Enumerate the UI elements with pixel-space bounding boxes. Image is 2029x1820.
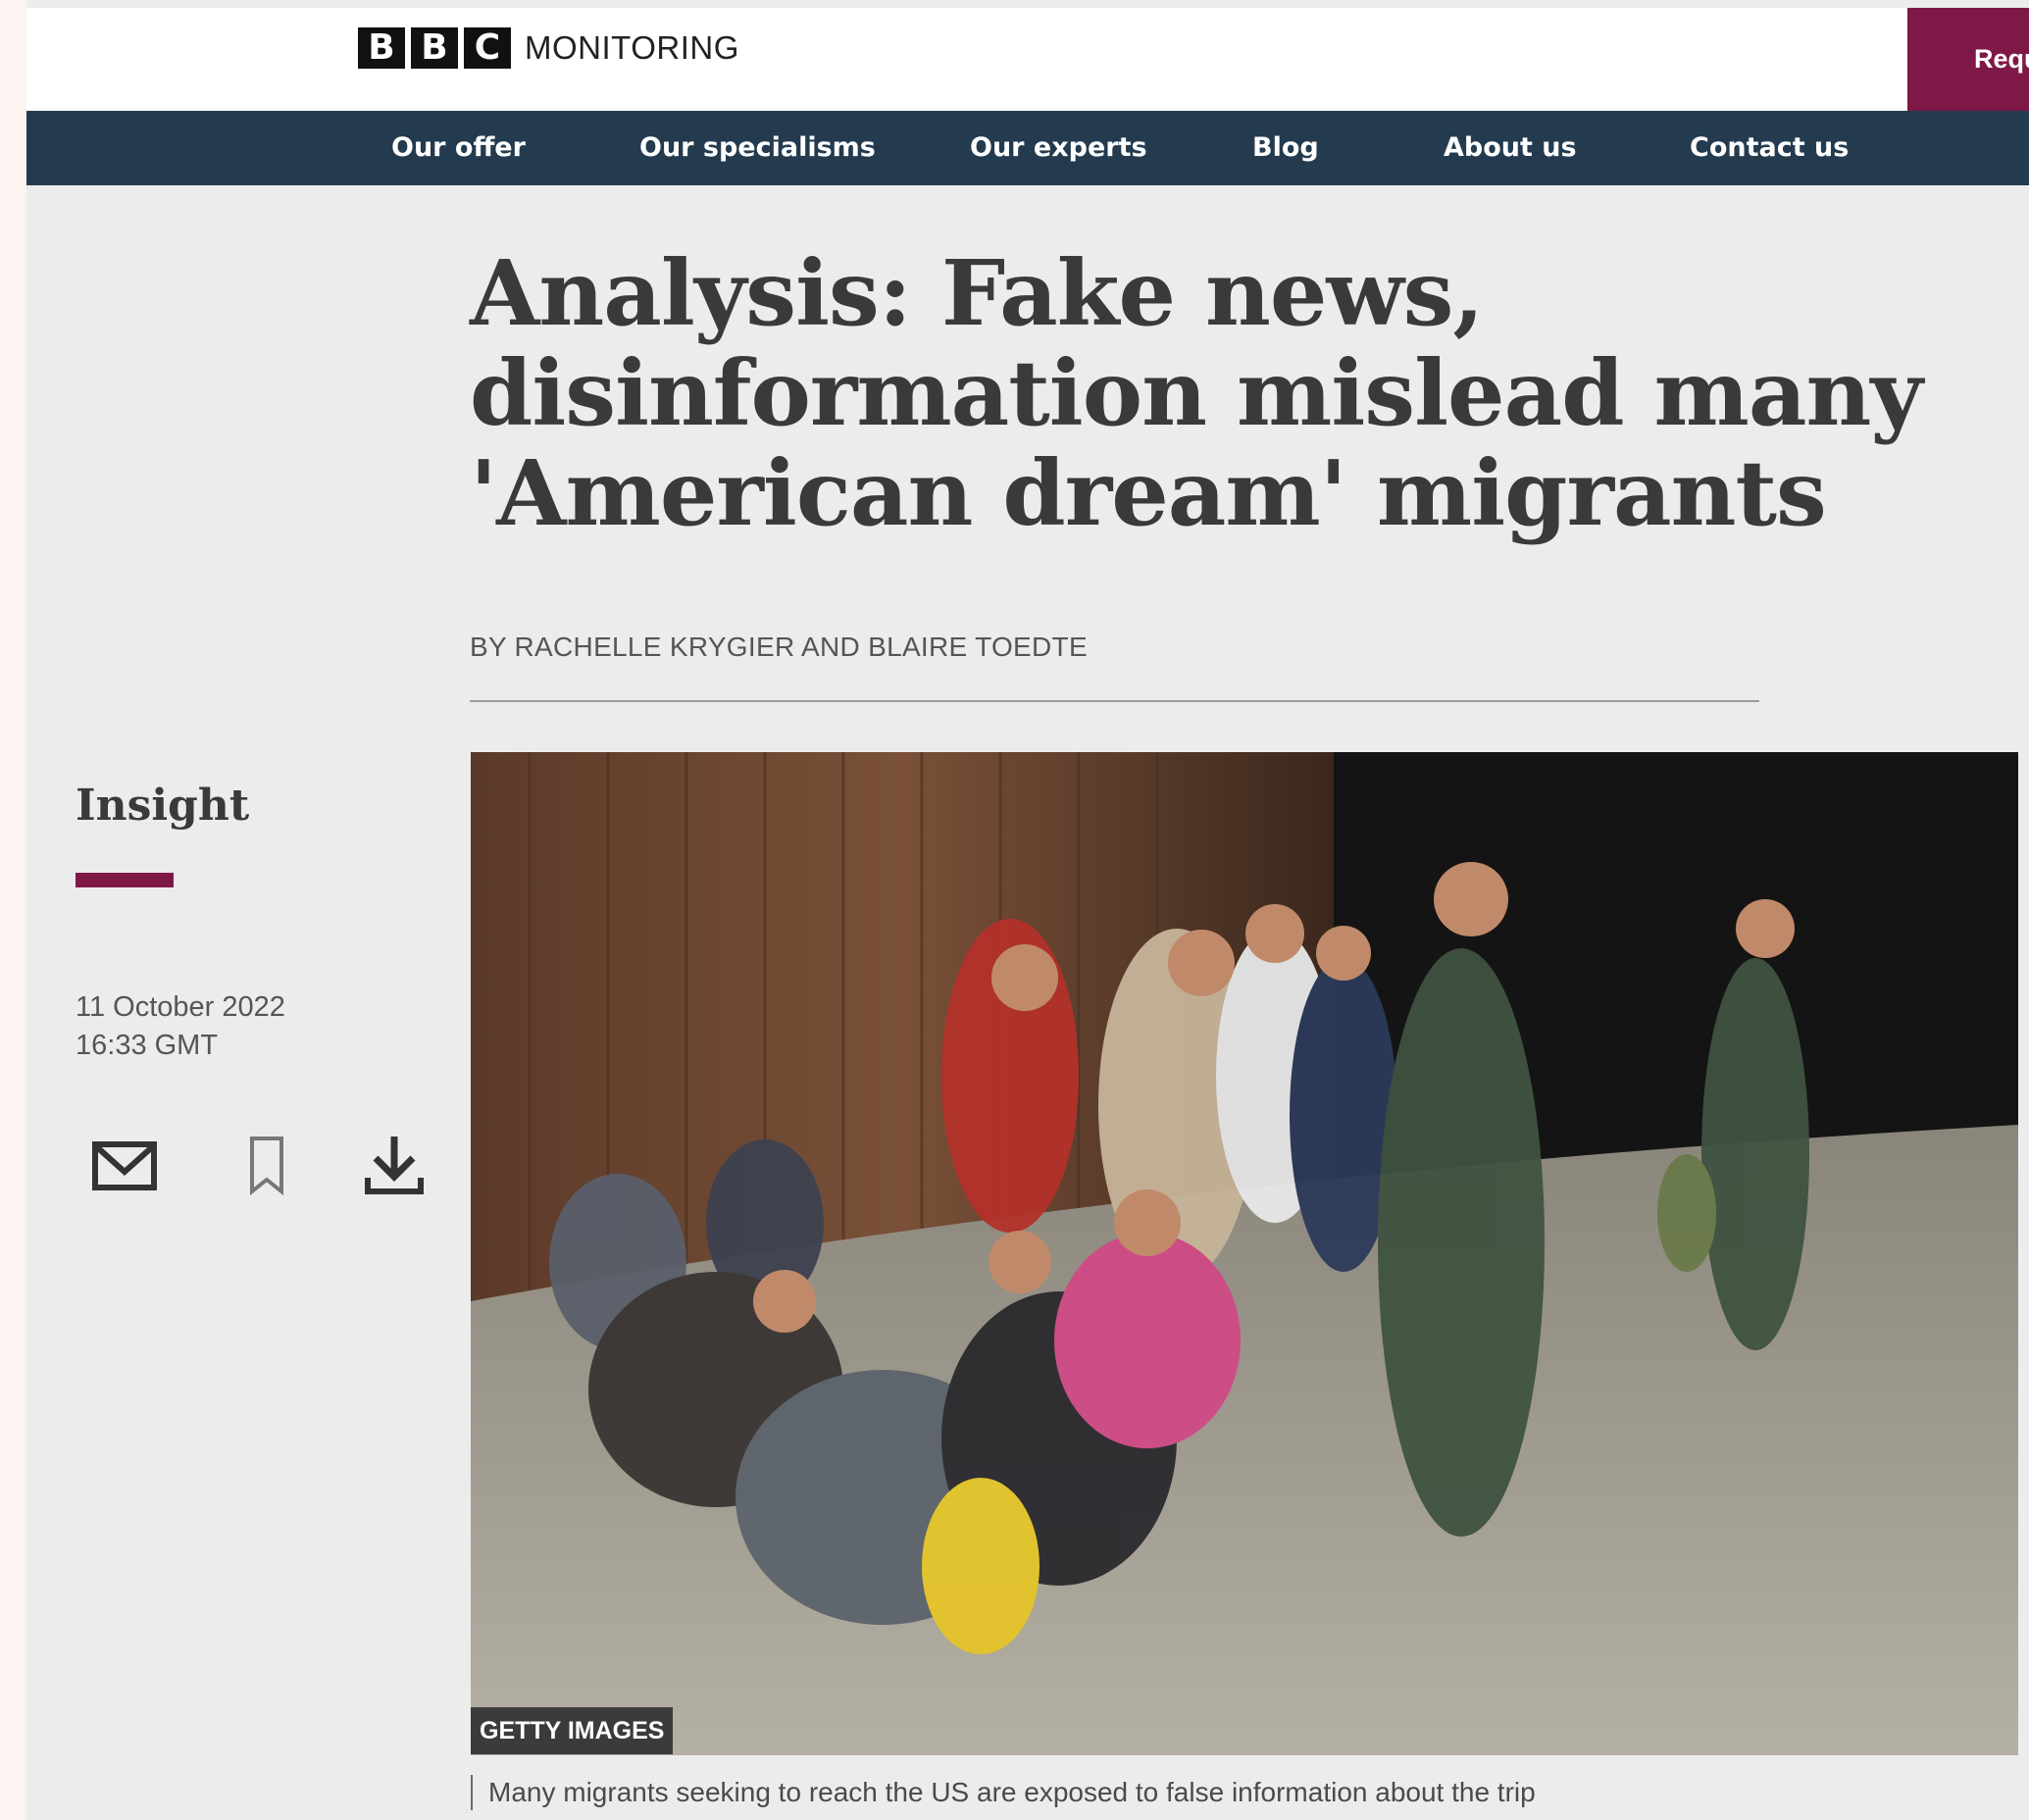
logo-letter-b1: B <box>358 27 405 69</box>
byline-divider <box>470 700 1759 702</box>
bbc-blocks: B B C <box>358 27 511 69</box>
article-byline: BY RACHELLE KRYGIER AND BLAIRE TOEDTE <box>470 632 1088 662</box>
nav-blog[interactable]: Blog <box>1252 111 1319 185</box>
publish-datetime: 11 October 2022 16:33 GMT <box>76 988 285 1065</box>
main-nav: Our offer Our specialisms Our experts Bl… <box>26 111 2029 185</box>
nav-our-experts[interactable]: Our experts <box>970 111 1147 185</box>
nav-our-specialisms[interactable]: Our specialisms <box>639 111 876 185</box>
top-bar: B B C MONITORING Requ <box>26 8 2029 111</box>
photo-caption: Many migrants seeking to reach the US ar… <box>471 1775 1536 1810</box>
logo-letter-b2: B <box>411 27 458 69</box>
nav-contact-us[interactable]: Contact us <box>1690 111 1849 185</box>
article-headline: Analysis: Fake news, disinformation misl… <box>470 240 1923 546</box>
nav-our-offer[interactable]: Our offer <box>391 111 526 185</box>
bookmark-button[interactable] <box>232 1131 301 1199</box>
nav-about-us[interactable]: About us <box>1444 111 1577 185</box>
photo-credit: GETTY IMAGES <box>471 1707 674 1754</box>
logo-letter-c: C <box>464 27 511 69</box>
page: B B C MONITORING Requ Our offer Our spec… <box>26 0 2029 1820</box>
download-button[interactable] <box>360 1131 429 1199</box>
publish-time: 16:33 GMT <box>76 1030 219 1061</box>
download-icon <box>365 1137 424 1194</box>
envelope-icon <box>92 1141 157 1190</box>
publish-date: 11 October 2022 <box>76 991 285 1023</box>
request-button[interactable]: Requ <box>1907 8 2029 111</box>
bookmark-icon <box>250 1137 283 1196</box>
article-photo <box>471 752 2018 1755</box>
category-label: Insight <box>76 781 250 831</box>
bbc-monitoring-logo[interactable]: B B C MONITORING <box>358 27 739 69</box>
logo-monitoring-text: MONITORING <box>525 29 739 66</box>
email-share-button[interactable] <box>90 1131 159 1199</box>
category-accent-bar <box>76 873 174 887</box>
